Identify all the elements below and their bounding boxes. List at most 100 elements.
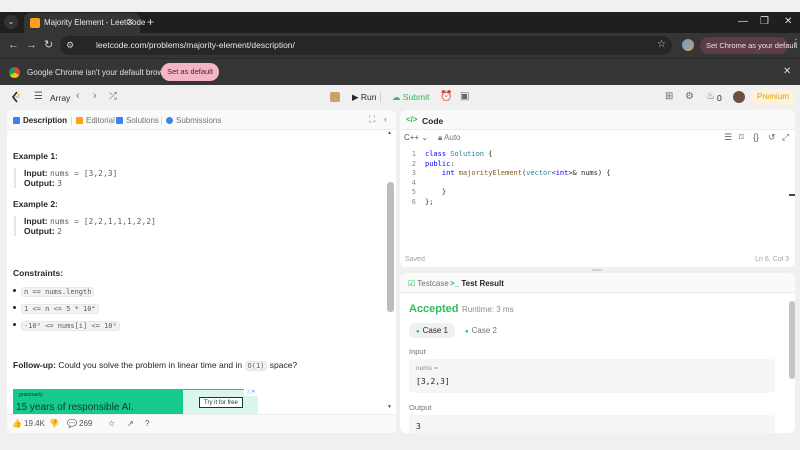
chevron-down-icon: ⌄ xyxy=(421,133,429,142)
code-line[interactable]: class Solution { xyxy=(425,150,492,158)
url-text[interactable]: leetcode.com/problems/majority-element/d… xyxy=(96,40,295,50)
case-1-tab[interactable]: ● Case 1 xyxy=(409,323,455,338)
ad-headline: 15 years of responsible AI. xyxy=(16,402,134,413)
bookmark-icon[interactable]: ⌑ xyxy=(739,132,744,143)
timer-icon[interactable]: ⏰ xyxy=(440,91,452,102)
premium-button[interactable]: Premium xyxy=(752,89,794,105)
address-bar[interactable]: ⚙ leetcode.com/problems/majority-element… xyxy=(60,36,672,55)
input-value-box: nums = [3,2,3] xyxy=(409,359,775,393)
site-info-icon[interactable]: ⚙ xyxy=(66,40,74,51)
auto-label: Auto xyxy=(444,133,461,142)
help-icon[interactable]: ? xyxy=(145,419,149,428)
restore-window-icon[interactable]: ❐ xyxy=(760,16,769,28)
constraint-3: -10⁹ <= nums[i] <= 10⁹ xyxy=(21,321,120,331)
leetcode-logo-icon[interactable] xyxy=(11,91,21,103)
comment-icon[interactable]: 💬 xyxy=(67,419,77,428)
bookmark-star-icon[interactable]: ☆ xyxy=(657,39,666,50)
code-editor[interactable]: 1 2 3 4 5 6 class Solution { public: int… xyxy=(400,150,795,250)
panel-resize-handle[interactable] xyxy=(592,269,602,271)
save-status: Saved xyxy=(405,256,425,263)
layout-icon[interactable]: ⊞ xyxy=(665,91,673,102)
streak-flame-icon[interactable]: ♨ xyxy=(706,91,715,102)
constraints-title: Constraints: xyxy=(13,268,64,278)
like-count[interactable]: 19.4K xyxy=(24,419,45,428)
tab-test-result[interactable]: >_ Test Result xyxy=(450,279,504,288)
ad-cta-button[interactable]: Try it for free xyxy=(199,397,243,408)
auto-mode-toggle[interactable]: 🔒︎ Auto xyxy=(438,133,461,143)
scroll-up-arrow-icon[interactable]: ▲ xyxy=(387,130,392,136)
follow-up-text: Could you solve the problem in linear ti… xyxy=(58,360,243,370)
constraint-item: -10⁹ <= nums[i] <= 10⁹ xyxy=(13,321,120,331)
line-number: 6 xyxy=(411,197,416,206)
constraint-2: 1 <= n <= 5 * 10⁴ xyxy=(21,304,99,314)
code-line[interactable]: int majorityElement(vector<int>& nums) { xyxy=(425,169,611,177)
debug-icon[interactable] xyxy=(330,92,340,102)
chrome-menu-icon[interactable]: ⋮ xyxy=(791,38,800,49)
back-icon[interactable]: ← xyxy=(8,39,19,51)
next-problem-icon[interactable]: › xyxy=(93,90,97,102)
tab-submissions[interactable]: Submissions xyxy=(166,116,221,125)
example-1-input-label: Input: xyxy=(24,168,48,178)
verdict-accepted: Accepted xyxy=(409,303,459,315)
shuffle-icon[interactable]: ⤮ xyxy=(109,91,117,102)
problem-list-label[interactable]: Array xyxy=(50,93,70,103)
expand-panel-icon[interactable]: ⛶ xyxy=(369,114,375,125)
tab-description[interactable]: Description xyxy=(13,116,67,125)
fullscreen-icon[interactable]: ⤢ xyxy=(782,132,789,143)
collapse-panel-icon[interactable]: ‹ xyxy=(384,114,387,124)
like-thumb-icon[interactable]: 👍 xyxy=(12,419,22,428)
scroll-down-arrow-icon[interactable]: ▼ xyxy=(387,404,392,410)
line-number: 4 xyxy=(411,178,416,187)
code-line[interactable]: } xyxy=(425,188,446,196)
reload-icon[interactable]: ↻ xyxy=(44,39,53,51)
favorite-star-icon[interactable]: ☆ xyxy=(108,419,115,428)
tab-search-icon[interactable]: ⌄ xyxy=(4,15,18,29)
run-button[interactable]: ▶ Run xyxy=(346,89,383,105)
scrollbar-thumb[interactable] xyxy=(387,182,394,312)
braces-icon[interactable]: {} xyxy=(753,132,759,142)
example-1-output-label: Output: xyxy=(24,178,55,188)
streak-count[interactable]: 0 xyxy=(717,93,722,103)
format-icon[interactable]: ☰ xyxy=(724,132,732,143)
tab-submissions-label: Submissions xyxy=(176,116,222,125)
set-chrome-default-button[interactable]: Set Chrome as your default xyxy=(700,37,797,54)
case-2-tab[interactable]: ● Case 2 xyxy=(458,323,504,338)
submit-button[interactable]: ☁ Submit xyxy=(386,89,435,105)
share-icon[interactable]: ↗ xyxy=(127,419,134,428)
forward-icon[interactable]: → xyxy=(26,39,37,51)
code-line[interactable]: public: xyxy=(425,160,455,168)
code-line[interactable]: }; xyxy=(425,198,433,206)
default-browser-infobar: Google Chrome isn't your default browser… xyxy=(0,58,800,85)
grammarly-ad-banner[interactable]: grammarly 15 years of responsible AI. Tr… xyxy=(13,389,258,414)
editor-scroll-marker xyxy=(789,194,795,196)
prev-problem-icon[interactable]: ‹ xyxy=(76,90,80,102)
language-select[interactable]: C++ ⌄ xyxy=(404,133,428,142)
description-scrollbar[interactable]: ▲ ▼ xyxy=(387,130,394,413)
tab-solutions[interactable]: Solutions xyxy=(116,116,159,125)
code-header: </> Code xyxy=(400,110,795,130)
close-window-icon[interactable]: ✕ xyxy=(784,16,792,28)
user-avatar[interactable] xyxy=(733,91,745,103)
ad-info-close-icon[interactable]: ⓘ✕ xyxy=(244,389,258,396)
tab-testcase[interactable]: ☑ Testcase xyxy=(408,279,449,288)
minimize-window-icon[interactable]: — xyxy=(738,16,748,28)
browser-tab-active[interactable]: Majority Element - LeetCode ✕ xyxy=(24,13,145,33)
output-value-box: 3 xyxy=(409,415,775,433)
tab-close-icon[interactable]: ✕ xyxy=(126,17,134,28)
tab-testcase-label: Testcase xyxy=(417,279,449,288)
notes-icon[interactable]: ▣ xyxy=(460,91,469,102)
problem-list-icon[interactable]: ☰ xyxy=(34,91,43,102)
follow-up-complexity: O(1) xyxy=(244,361,268,371)
settings-gear-icon[interactable]: ⚙ xyxy=(685,91,694,102)
reset-icon[interactable]: ↺ xyxy=(768,132,776,143)
profile-avatar-icon[interactable] xyxy=(682,39,694,51)
infobar-close-icon[interactable]: ✕ xyxy=(783,66,791,77)
example-2-output: 2 xyxy=(57,227,62,236)
dislike-thumb-icon[interactable]: 👎 xyxy=(49,419,59,428)
set-as-default-button[interactable]: Set as default xyxy=(161,63,219,81)
constraint-item: n == nums.length xyxy=(13,287,95,297)
comment-count[interactable]: 269 xyxy=(79,419,92,428)
run-label: Run xyxy=(360,92,377,102)
result-scrollbar-thumb[interactable] xyxy=(789,301,795,379)
new-tab-button[interactable]: + xyxy=(147,15,154,29)
